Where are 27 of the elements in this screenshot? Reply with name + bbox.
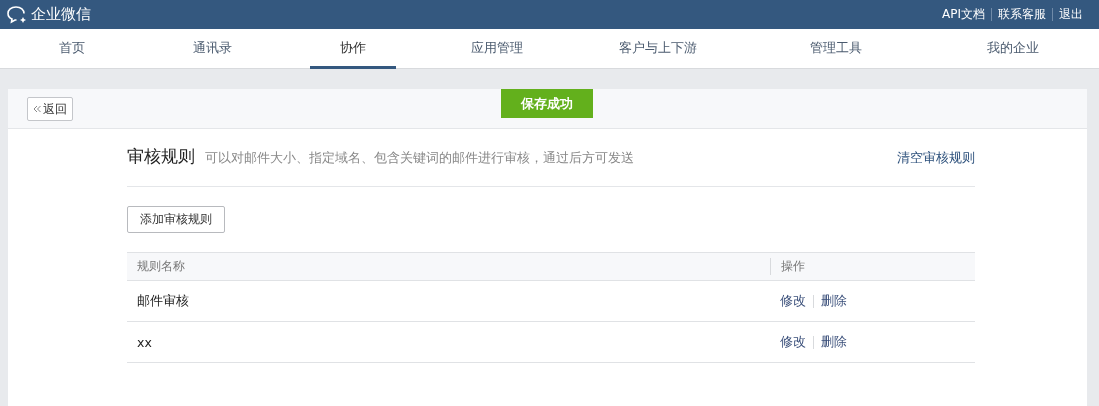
nav-tab[interactable]: 应用管理: [454, 29, 540, 69]
header-link[interactable]: API文档: [936, 6, 991, 23]
nav-tab[interactable]: 我的企业: [969, 29, 1056, 69]
nav-tab[interactable]: 管理工具: [792, 29, 879, 69]
nav-tab[interactable]: 客户与上下游: [614, 29, 701, 69]
add-rule-button[interactable]: 添加审核规则: [127, 206, 225, 233]
rule-name-cell-text: xx: [136, 334, 153, 350]
brand-name: 企业微信: [31, 5, 91, 24]
double-chevron-left-icon: [33, 105, 41, 113]
success-toast: 保存成功: [501, 89, 593, 118]
nav-tab[interactable]: 协作: [310, 29, 396, 69]
back-button[interactable]: 返回: [27, 97, 73, 121]
chat-bubble-icon: [6, 4, 28, 25]
header-link[interactable]: 联系客服: [992, 6, 1052, 23]
action-link[interactable]: 删除: [821, 292, 847, 310]
clear-rules-link[interactable]: 清空审核规则: [897, 150, 975, 167]
column-header: 规则名称: [136, 258, 186, 275]
action-link[interactable]: 删除: [821, 333, 847, 351]
nav-tab[interactable]: 首页: [28, 29, 115, 69]
section-description: 可以对邮件大小、指定域名、包含关键词的邮件进行审核，通过后方可发送: [205, 150, 634, 167]
section-title: 审核规则: [127, 145, 195, 168]
column-header: 操作: [770, 258, 805, 275]
action-link[interactable]: 修改: [780, 292, 806, 310]
rule-name-cell-text: 邮件审核: [136, 292, 190, 310]
header-link[interactable]: 退出: [1053, 6, 1089, 23]
action-link[interactable]: 修改: [780, 333, 806, 351]
nav-tab[interactable]: 通讯录: [169, 29, 256, 69]
